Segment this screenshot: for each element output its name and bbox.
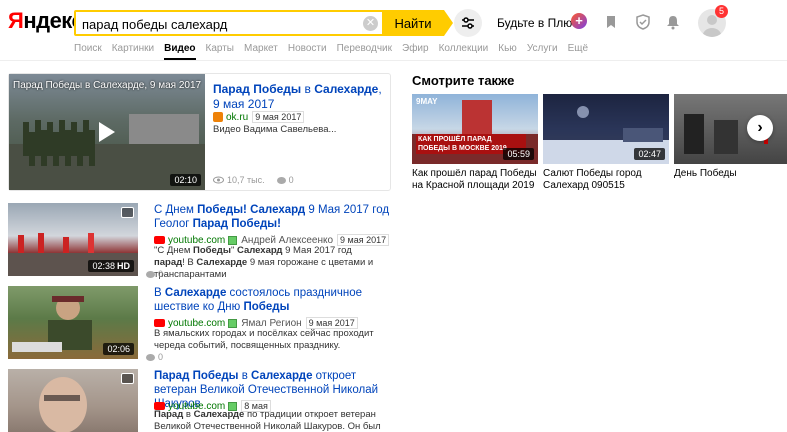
comment-icon — [146, 270, 155, 278]
eye-icon — [213, 176, 224, 184]
result-1-description: "С Днем Победы" Салехард 9 Мая 2017 год … — [154, 245, 374, 280]
search-button-arrow — [444, 10, 453, 36]
result-2-title[interactable]: В Салехарде состоялось праздничное шеств… — [154, 286, 394, 314]
tab-4[interactable]: Маркет — [244, 43, 278, 60]
nav-divider — [0, 60, 787, 61]
yandex-logo[interactable]: Яндекс — [8, 8, 84, 34]
comment-icon — [276, 176, 286, 184]
see-also-3-title[interactable]: День Победы — [674, 168, 787, 180]
main-video-title[interactable]: Парад Победы в Салехарде, 9 мая 2017 — [213, 82, 383, 112]
tab-7[interactable]: Эфир — [402, 43, 429, 60]
main-video-card[interactable]: Парад Победы в Салехарде, 9 мая 2017 02:… — [8, 73, 391, 191]
main-video-thumbnail[interactable]: Парад Победы в Салехарде, 9 мая 2017 02:… — [9, 74, 205, 190]
comment-icon — [146, 353, 155, 361]
see-also-1-title[interactable]: Как прошёл парад Победы на Красной площа… — [412, 168, 538, 192]
corner-tag: 9MAY — [416, 97, 438, 106]
watch-later-icon[interactable] — [121, 207, 134, 218]
comment-count: 0 — [158, 269, 164, 279]
bookmark-icon[interactable] — [602, 13, 620, 31]
search-box: ✕ Найти — [74, 10, 453, 36]
see-also-item-1[interactable]: 9MAY КАК ПРОШЁЛ ПАРАД ПОБЕДЫ В МОСКВЕ 20… — [412, 94, 538, 192]
source-link[interactable]: youtube.com — [168, 318, 225, 329]
main-video-stats: 10,7 тыс. 0 — [213, 175, 294, 185]
youtube-icon — [154, 319, 165, 327]
search-input[interactable] — [82, 14, 357, 34]
see-also-item-2[interactable]: 02:47 Салют Победы город Салехард 090515 — [543, 94, 669, 192]
main-video-description: Видео Вадима Савельева... — [213, 124, 337, 135]
ok-ru-icon — [213, 112, 223, 122]
result-1-title[interactable]: С Днем Победы! Салехард 9 Мая 2017 год Г… — [154, 203, 394, 231]
green-badge-icon — [228, 235, 238, 245]
see-also-heading: Смотрите также — [412, 73, 515, 88]
video-duration: 02:10 — [170, 174, 201, 186]
video-duration: 02:47 — [634, 148, 665, 160]
tab-1[interactable]: Картинки — [112, 43, 154, 60]
bell-icon[interactable] — [664, 13, 682, 31]
notification-badge: 5 — [715, 5, 728, 18]
play-icon[interactable] — [99, 122, 115, 142]
tab-8[interactable]: Коллекции — [439, 43, 489, 60]
watch-later-icon[interactable] — [121, 373, 134, 384]
source-link[interactable]: youtube.com — [168, 235, 225, 246]
result-1-thumbnail[interactable]: 02:38 HD — [8, 203, 138, 276]
view-count: 10,7 тыс. — [227, 175, 265, 185]
result-2-thumbnail[interactable]: 02:06 — [8, 286, 138, 359]
veteran-portrait-image — [39, 377, 87, 432]
chevron-right-icon: › — [757, 119, 763, 136]
tab-6[interactable]: Переводчик — [337, 43, 392, 60]
see-also-2-title[interactable]: Салют Победы город Салехард 090515 — [543, 168, 669, 192]
result-3-description: Парад в Салехарде по традиции откроет ве… — [154, 409, 381, 432]
tab-0[interactable]: Поиск — [74, 43, 102, 60]
comment-count: 0 — [158, 352, 164, 362]
tab-10[interactable]: Услуги — [527, 43, 558, 60]
video-duration: 05:59 — [503, 148, 534, 160]
channel-name[interactable]: Андрей Алексеенко — [241, 235, 333, 246]
result-item-2[interactable]: 02:06 В Салехарде состоялось праздничное… — [8, 286, 391, 362]
youtube-icon — [154, 236, 165, 244]
clear-search-icon[interactable]: ✕ — [363, 16, 378, 31]
result-item-3[interactable]: Парад Победы в Салехарде откроет ветеран… — [8, 369, 391, 432]
result-3-thumbnail[interactable] — [8, 369, 138, 432]
search-tabs: Поиск Картинки Видео Карты Маркет Новости Пере… — [74, 43, 598, 60]
tab-3[interactable]: Карты — [206, 43, 235, 60]
channel-name[interactable]: Ямал Регион — [241, 318, 301, 329]
see-also-item-3[interactable]: День Победы — [674, 94, 787, 180]
tab-9[interactable]: Кью — [498, 43, 517, 60]
carousel-next-button[interactable]: › — [747, 115, 773, 141]
result-2-stats: 0 — [146, 352, 163, 362]
video-duration: 02:06 — [103, 343, 134, 355]
see-also-2-thumbnail[interactable]: 02:47 — [543, 94, 669, 164]
result-2-description: В ямальских городах и посёлках сейчас пр… — [154, 328, 374, 351]
sliders-icon — [462, 17, 474, 29]
see-also-1-thumbnail[interactable]: 9MAY КАК ПРОШЁЛ ПАРАД ПОБЕДЫ В МОСКВЕ 20… — [412, 94, 538, 164]
result-item-1[interactable]: 02:38 HD С Днем Победы! Салехард 9 Мая 20… — [8, 203, 394, 280]
logo-first-letter: Я — [8, 8, 24, 33]
source-link[interactable]: ok.ru — [226, 112, 248, 123]
publish-date: 9 мая 2017 — [252, 111, 305, 123]
shield-icon[interactable] — [634, 13, 652, 31]
tab-2[interactable]: Видео — [164, 43, 196, 60]
plus-icon: + — [571, 13, 587, 29]
thumbnail-title: Парад Победы в Салехарде, 9 мая 2017 — [13, 80, 202, 91]
result-1-stats: 0 — [146, 269, 163, 279]
filters-button[interactable] — [454, 9, 482, 37]
main-video-source: ok.ru 9 мая 2017 — [213, 111, 305, 123]
tab-11[interactable]: Ещё — [568, 43, 588, 60]
search-button[interactable]: Найти — [382, 10, 444, 36]
green-badge-icon — [228, 318, 238, 328]
tab-5[interactable]: Новости — [288, 43, 327, 60]
video-duration: 02:38 HD — [88, 260, 134, 272]
comment-count: 0 — [288, 175, 294, 185]
